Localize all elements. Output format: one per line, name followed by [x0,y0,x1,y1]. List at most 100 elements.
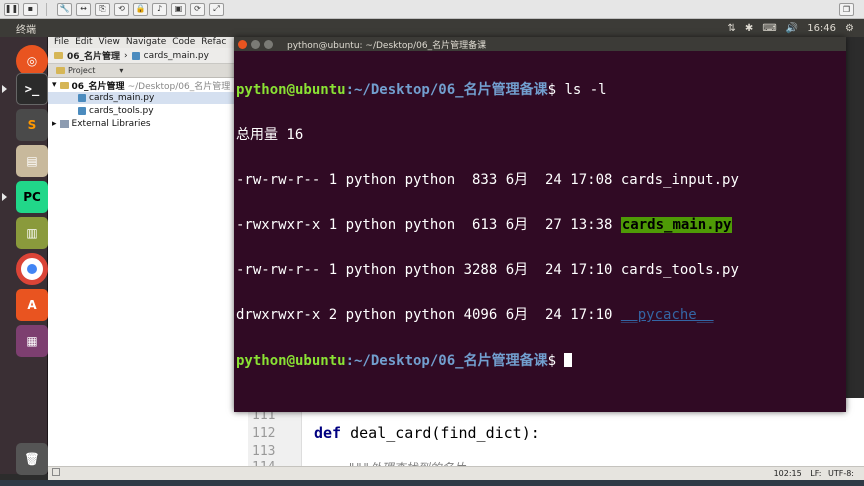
revert-icon[interactable]: ⟲ [114,2,129,16]
maximize-icon[interactable] [264,39,273,49]
ide-status-bar: 102:15 LF: UTF-8: [48,466,864,480]
books-icon[interactable]: ▥ [16,217,48,249]
listing-meta: -rw-rw-r-- 1 python python 3288 6月 24 17… [236,262,621,278]
active-app-name: 终端 [16,24,36,36]
breadcrumb-project[interactable]: 06_名片管理 [67,49,120,62]
system-tray: ⇅ ✱ ⌨ 🔊 16:46 ⚙ [728,19,854,37]
prompt-symbol: $ [547,353,557,369]
tree-file-name: cards_main.py [89,93,155,103]
tree-file-row[interactable]: cards_tools.py [78,105,154,117]
lock-icon[interactable]: 🔒 [133,2,148,16]
running-indicator [2,85,7,93]
trash-icon[interactable]: 🗑 [16,443,48,475]
breadcrumb: 06_名片管理 › cards_main.py [48,48,240,64]
chrome-icon[interactable] [16,253,48,285]
terminal-title: python@ubuntu: ~/Desktop/06_名片管理备课 [287,40,487,51]
bluetooth-icon[interactable]: ✱ [745,23,753,34]
folder-icon [54,52,63,59]
tree-root-path: ~/Desktop/06_名片管理 [127,81,231,92]
python-file-icon [131,51,140,60]
python-file-icon [78,94,86,102]
code-line: def deal_card(find_dict): [314,424,540,442]
tree-file-name: cards_tools.py [89,106,154,116]
running-indicator [2,193,7,201]
status-info: 102:15 LF: UTF-8: [774,469,854,478]
terminal-icon[interactable]: >_ [16,73,48,105]
listing-meta: -rwxrwxr-x 1 python python 613 6月 27 13:… [236,217,621,233]
prompt-user: python@ubuntu [236,82,346,98]
tree-root[interactable]: ▾ 06_名片管理 ~/Desktop/06_名片管理 [52,79,231,92]
file-encoding[interactable]: UTF-8: [828,469,854,478]
menu-view[interactable]: View [99,37,120,48]
chevron-down-icon[interactable]: ▾ [52,80,57,90]
save-icon[interactable]: ▣ [171,2,186,16]
terminal-line: python@ubuntu:~/Desktop/06_名片管理备课$ ls -l [236,83,842,98]
cursor-position[interactable]: 102:15 [774,469,802,478]
tree-external-libraries[interactable]: ▸ External Libraries [52,118,151,130]
workspace-icon[interactable]: ▦ [16,325,48,357]
menu-file[interactable]: File [54,37,69,48]
network-icon[interactable]: ⇅ [728,23,736,34]
folder-icon [59,81,69,89]
code-text: deal_card(find_dict): [341,424,540,442]
launcher: ◎ >_ S ▤ PC ▥ A ▦ 🗑 [0,37,48,475]
software-center-icon[interactable]: A [16,289,48,321]
listing-name: cards_tools.py [620,262,739,278]
keyword: def [314,424,342,442]
line-separator[interactable]: LF: [810,469,821,478]
refresh-icon[interactable]: ⟳ [190,2,205,16]
minimize-icon[interactable] [251,39,260,49]
close-icon[interactable] [238,39,247,49]
total-line: 总用量 16 [236,127,304,143]
wrench-icon[interactable]: 🔧 [57,2,72,16]
file-cabinet-icon[interactable]: ▤ [16,145,48,177]
top-panel: 终端 ⇅ ✱ ⌨ 🔊 16:46 ⚙ [0,19,864,37]
stop-icon[interactable]: ▪ [23,2,38,16]
menu-refactor[interactable]: Refac [201,37,226,48]
tree-file-row[interactable]: cards_main.py [48,92,248,104]
pycharm-icon[interactable]: PC [16,181,48,213]
desktop-screen: ❚❚ ▪ 🔧 ↔ ⎘ ⟲ 🔒 ♪ ▣ ⟳ ⤢ ❐ 终端 ⇅ ✱ ⌨ 🔊 16:4… [0,0,864,486]
tree-root-name: 06_名片管理 [71,81,125,92]
project-panel-header: Project ▾ [48,64,248,78]
terminal-line: 总用量 16 [236,128,842,143]
gear-icon[interactable]: ⚙ [845,23,854,34]
line-number: 113 [252,444,276,459]
sublime-icon[interactable]: S [16,109,48,141]
prompt-symbol: $ [547,82,557,98]
prompt-user: python@ubuntu [236,353,346,369]
window-restore-icon[interactable]: ❐ [839,3,854,16]
listing-name-executable: cards_main.py [620,217,733,233]
clock[interactable]: 16:46 [807,23,836,34]
prompt-path: :~/Desktop/06_名片管理备课 [345,353,548,369]
listing-name-directory: __pycache__ [620,307,714,323]
listing-row: -rw-rw-r-- 1 python python 833 6月 24 17:… [236,173,842,188]
toolbar-divider [46,2,47,16]
chevron-down-icon[interactable]: ▾ [119,66,123,75]
menu-code[interactable]: Code [172,37,195,48]
prompt-path: :~/Desktop/06_名片管理备课 [345,82,548,98]
swap-icon[interactable]: ↔ [76,2,91,16]
bottom-edge [0,480,864,486]
pause-icon[interactable]: ❚❚ [4,2,19,16]
text-cursor [564,353,573,367]
python-file-icon [78,107,86,115]
snapshot-icon[interactable]: ⎘ [95,2,110,16]
chevron-right-icon: › [124,50,128,61]
volume-icon[interactable]: ♪ [152,2,167,16]
terminal-window[interactable]: python@ubuntu: ~/Desktop/06_名片管理备课 pytho… [234,37,846,412]
status-toggle-icon[interactable] [52,468,60,476]
chevron-right-icon[interactable]: ▸ [52,119,57,129]
listing-meta: -rw-rw-r-- 1 python python 833 6月 24 17:… [236,172,621,188]
menu-navigate[interactable]: Navigate [126,37,166,48]
terminal-output[interactable]: python@ubuntu:~/Desktop/06_名片管理备课$ ls -l… [236,53,842,398]
terminal-line: python@ubuntu:~/Desktop/06_名片管理备课$ [236,353,842,369]
menu-edit[interactable]: Edit [75,37,92,48]
terminal-titlebar[interactable]: python@ubuntu: ~/Desktop/06_名片管理备课 [234,37,846,51]
breadcrumb-file[interactable]: cards_main.py [144,51,209,61]
listing-row: -rw-rw-r-- 1 python python 3288 6月 24 17… [236,263,842,278]
keyboard-icon[interactable]: ⌨ [762,23,776,34]
project-panel-label[interactable]: Project [68,66,95,75]
volume-icon[interactable]: 🔊 [786,23,798,34]
fullscreen-icon[interactable]: ⤢ [209,2,224,16]
